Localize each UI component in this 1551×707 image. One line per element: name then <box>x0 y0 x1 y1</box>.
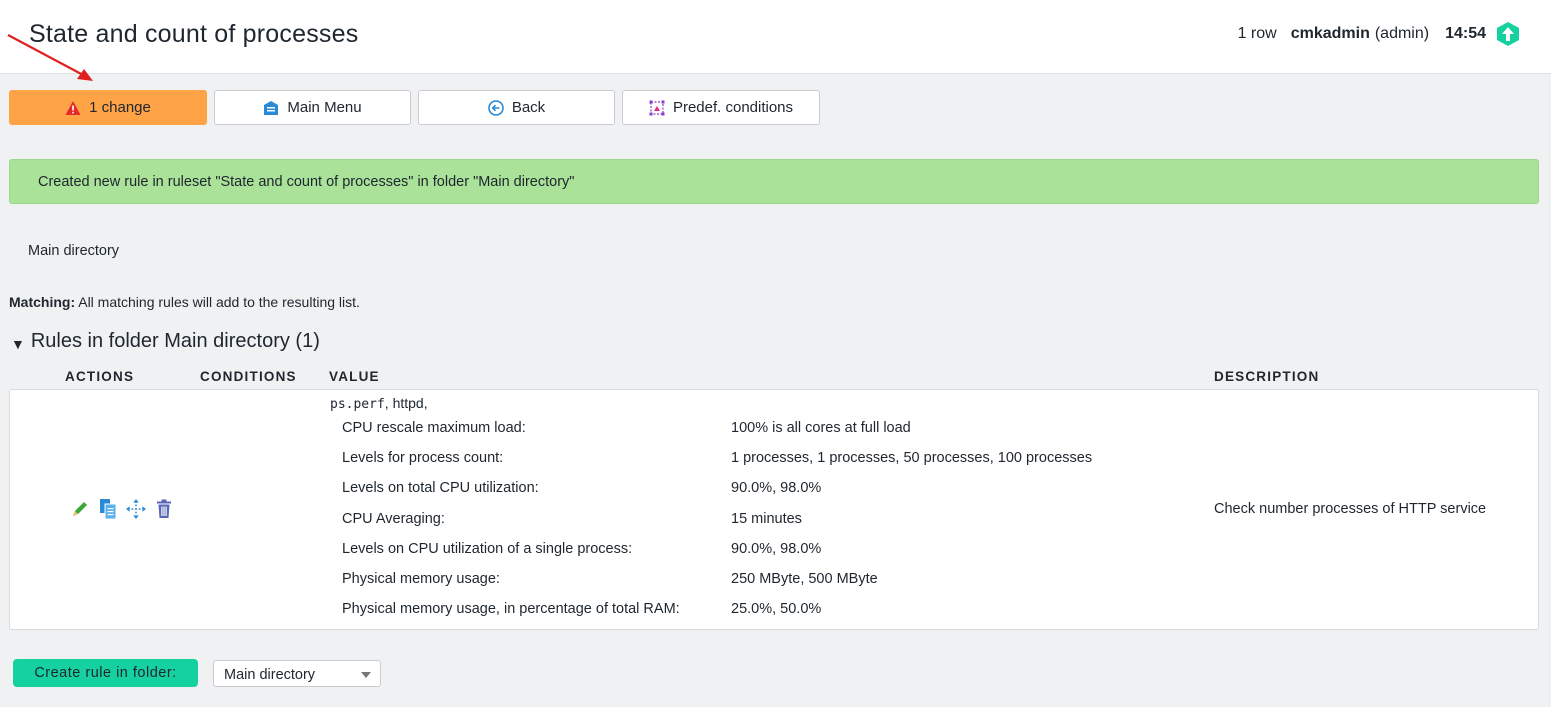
move-icon[interactable] <box>126 498 146 520</box>
rule-value-header: ps.perf, httpd, <box>330 395 428 412</box>
user-role: (admin) <box>1374 25 1430 42</box>
parameter-value: 100% is all cores at full load <box>731 420 911 436</box>
rule-description: Check number processes of HTTP service <box>1214 501 1487 517</box>
folder-select[interactable]: Main directory <box>213 660 381 687</box>
parameter-value: 90.0%, 98.0% <box>731 540 822 557</box>
collapse-triangle-icon[interactable]: ▼ <box>11 336 25 352</box>
back-icon <box>488 99 504 116</box>
pencil-icon[interactable] <box>70 498 90 520</box>
parameter-key: Levels on total CPU utilization: <box>342 480 539 497</box>
trash-icon[interactable] <box>154 498 174 520</box>
arrow-up-icon[interactable] <box>1495 21 1521 47</box>
back-label: Back <box>511 99 546 116</box>
predef-conditions-button[interactable]: Predef. conditions <box>622 90 820 125</box>
changes-button[interactable]: 1 change <box>9 90 207 125</box>
page-header: State and count of processes 1 row cmkad… <box>0 0 1551 74</box>
folder-breadcrumb[interactable]: Main directory <box>28 243 119 259</box>
parameter-value: 1 processes, 1 processes, 50 processes, … <box>731 450 1093 467</box>
predef-conditions-label: Predef. conditions <box>672 99 794 116</box>
chevron-down-icon <box>361 672 371 678</box>
table-row: ps.perf, httpd, CPU rescale maximum load… <box>9 389 1539 630</box>
menu-icon <box>263 100 279 116</box>
rules-section-title-text: Rules in folder Main directory (1) <box>30 330 320 352</box>
row-count: 1 row <box>1237 25 1277 42</box>
matching-info: Matching: All matching rules will add to… <box>9 294 360 310</box>
check-plugin-name: ps.perf <box>330 397 385 412</box>
changes-button-label: 1 change <box>89 99 151 116</box>
parameter-value: 25.0%, 50.0% <box>731 601 822 618</box>
parameter-key: Levels on CPU utilization of a single pr… <box>342 540 633 557</box>
parameter-value: 90.0%, 98.0% <box>731 480 822 497</box>
parameter-key: CPU Averaging: <box>342 510 445 527</box>
parameter-key: CPU rescale maximum load: <box>342 420 526 436</box>
service-item: , httpd, <box>384 395 428 411</box>
matching-text: All matching rules will add to the resul… <box>78 294 360 310</box>
header-status: 1 row cmkadmin (admin) 14:54 <box>1238 20 1521 48</box>
clone-icon[interactable] <box>98 498 118 520</box>
parameter-key: Physical memory usage: <box>342 570 500 587</box>
column-header-description: DESCRIPTION <box>1214 369 1320 384</box>
back-button[interactable]: Back <box>418 90 615 125</box>
folder-select-value: Main directory <box>224 667 316 683</box>
rules-section-title[interactable]: ▼ Rules in folder Main directory (1) <box>11 330 320 353</box>
parameter-value: 250 MByte, 500 MByte <box>731 570 878 587</box>
column-header-value: VALUE <box>329 369 380 384</box>
page-title: State and count of processes <box>29 20 359 48</box>
column-header-actions: ACTIONS <box>65 369 135 384</box>
warning-icon <box>65 100 81 116</box>
parameter-key: Levels for process count: <box>342 450 504 467</box>
main-menu-label: Main Menu <box>287 99 362 116</box>
clock: 14:54 <box>1445 25 1486 42</box>
success-message: Created new rule in ruleset "State and c… <box>9 159 1539 204</box>
rule-actions <box>70 498 174 520</box>
parameter-value: 15 minutes <box>731 510 802 527</box>
column-header-conditions: CONDITIONS <box>200 369 297 384</box>
page-menu-bar: 1 change Main Menu Back Predef. conditio… <box>9 90 820 125</box>
username[interactable]: cmkadmin <box>1291 25 1370 43</box>
parameter-key: Physical memory usage, in percentage of … <box>342 601 680 618</box>
conditions-icon <box>649 100 665 116</box>
matching-label: Matching: <box>9 294 76 310</box>
create-rule-button[interactable]: Create rule in folder: <box>13 659 198 687</box>
main-menu-button[interactable]: Main Menu <box>214 90 411 125</box>
